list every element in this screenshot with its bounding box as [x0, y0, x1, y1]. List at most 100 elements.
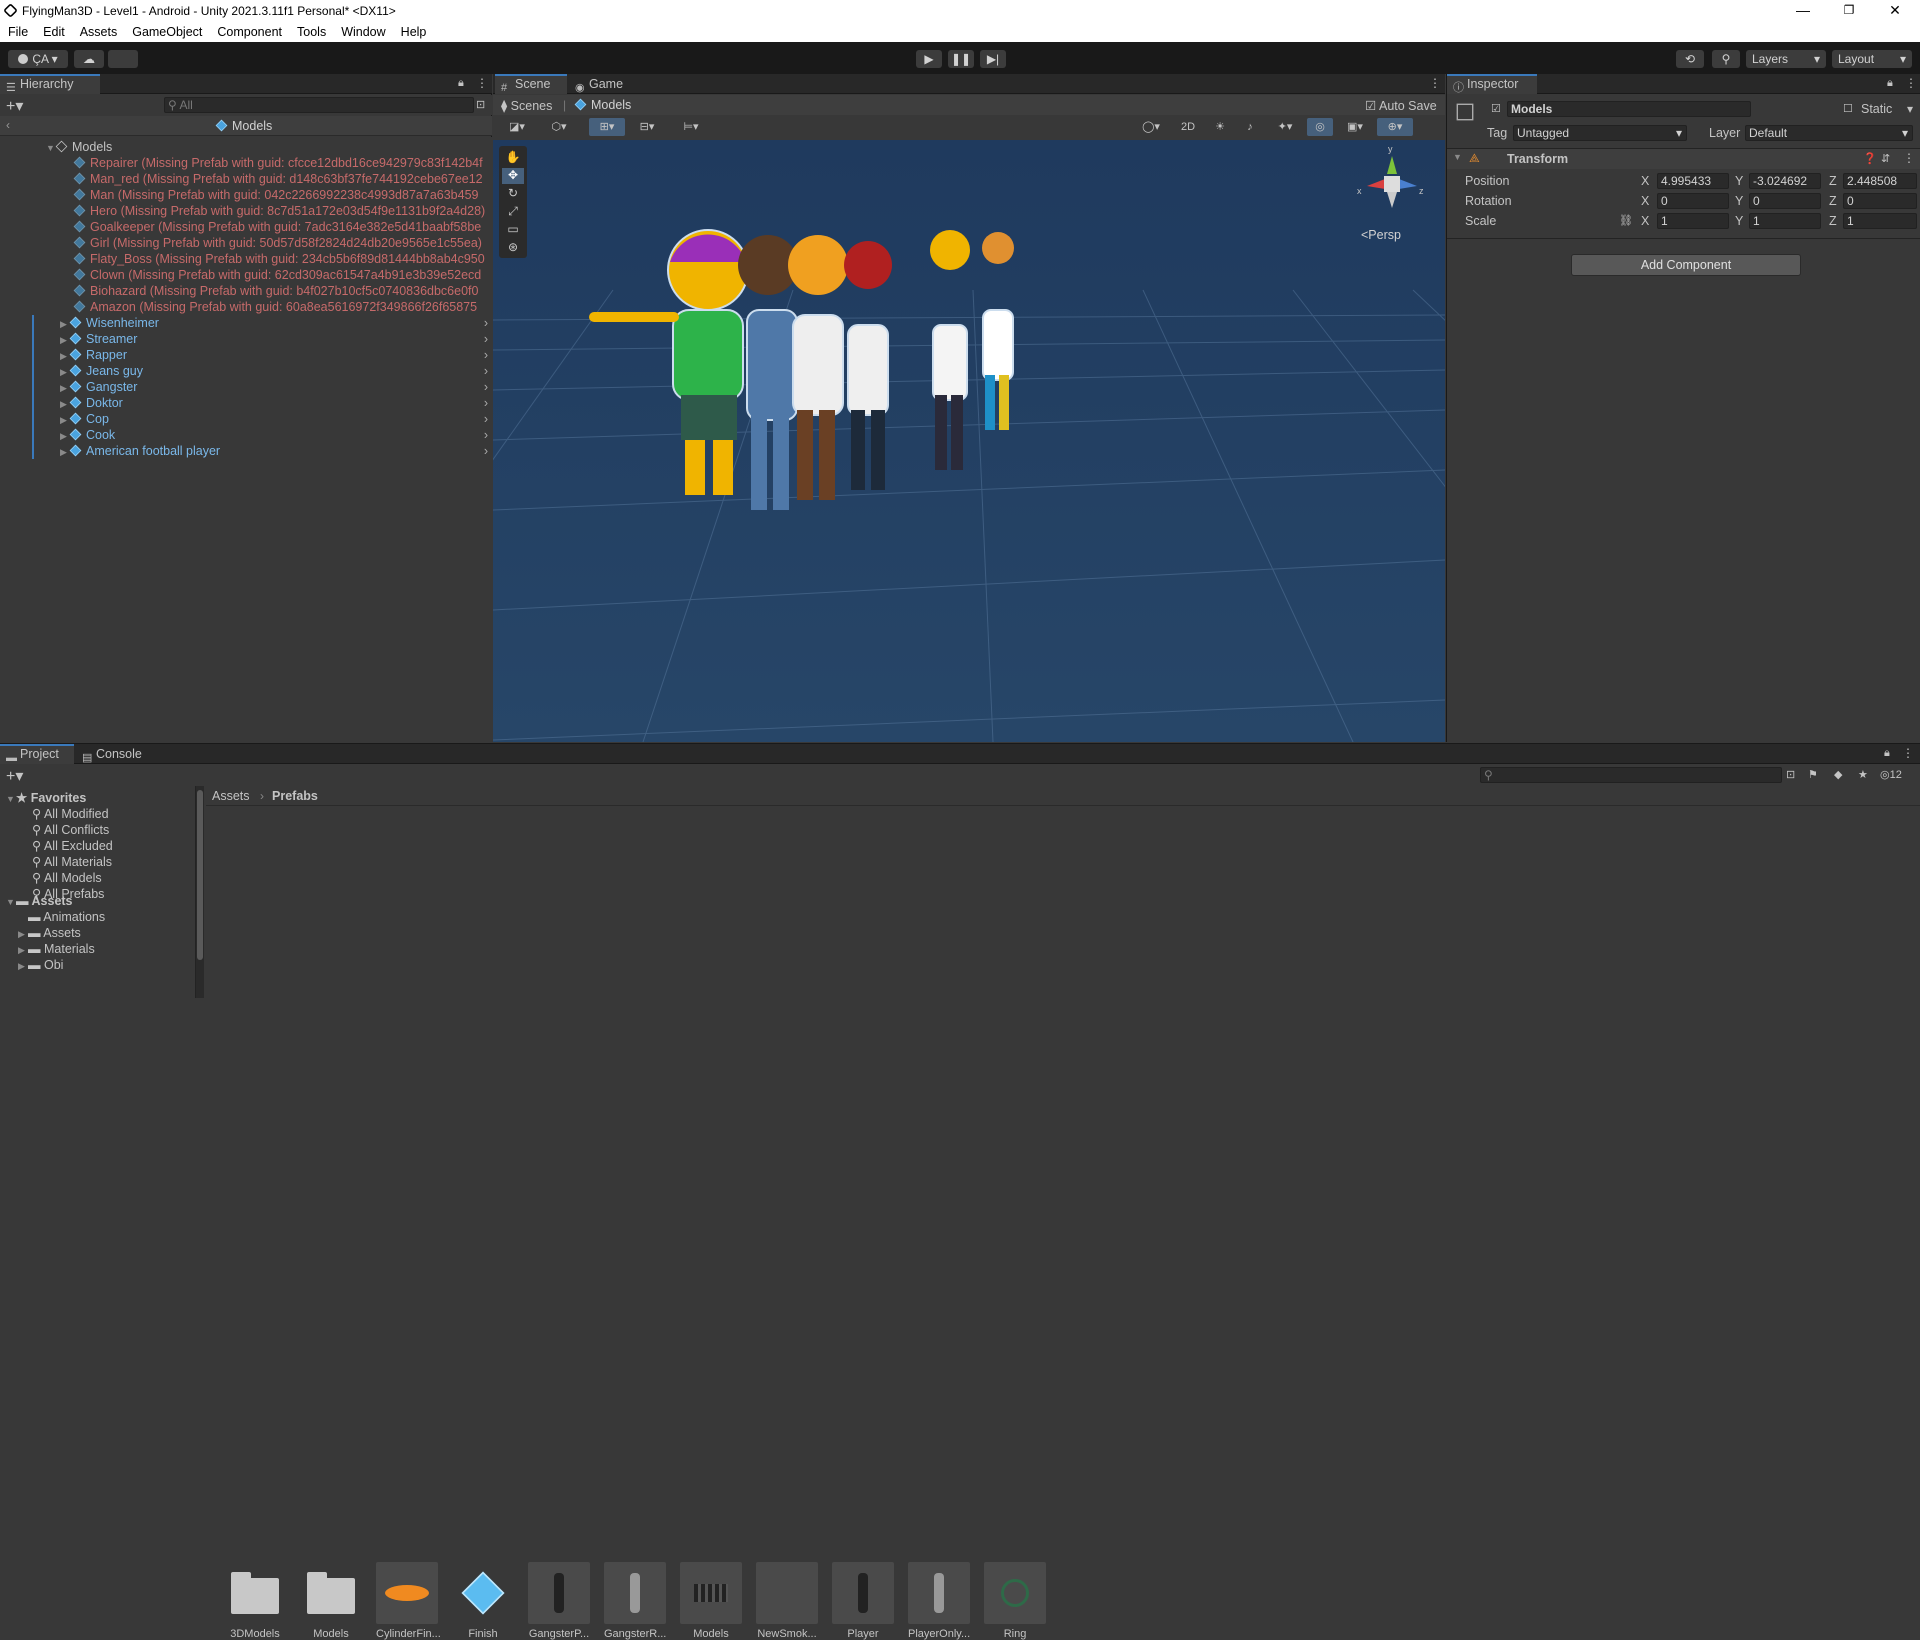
- hierarchy-prefab-item[interactable]: ▶ Wisenheimer ›: [0, 315, 492, 331]
- tab-game[interactable]: ◉ Game: [569, 74, 641, 94]
- tab-console[interactable]: ▤ Console: [76, 744, 156, 764]
- object-name-field[interactable]: Models: [1507, 101, 1751, 117]
- kebab-menu-icon[interactable]: ⋮: [476, 76, 488, 90]
- asset-item[interactable]: NewSmok...: [756, 1562, 818, 1640]
- breadcrumb-models[interactable]: Models: [574, 98, 631, 112]
- position-z-field[interactable]: 2.448508: [1843, 173, 1917, 189]
- asset-item[interactable]: Models: [680, 1562, 742, 1640]
- mode-2d-button[interactable]: 2D: [1173, 118, 1203, 136]
- menu-window[interactable]: Window: [333, 22, 392, 39]
- position-y-field[interactable]: -3.024692: [1749, 173, 1821, 189]
- lock-icon[interactable]: 🔒︎: [1887, 77, 1893, 90]
- scale-x-field[interactable]: 1: [1657, 213, 1729, 229]
- kebab-menu-icon[interactable]: ⋮: [1902, 746, 1914, 760]
- rotation-x-field[interactable]: 0: [1657, 193, 1729, 209]
- assets-folder-item[interactable]: ▶ ▬ Materials: [18, 942, 95, 956]
- hierarchy-prefab-item[interactable]: ▶ American football player ›: [0, 443, 492, 459]
- pause-button[interactable]: ❚❚: [948, 50, 974, 68]
- tree-scrollbar[interactable]: [196, 786, 204, 998]
- back-icon[interactable]: ‹: [6, 118, 10, 132]
- kebab-menu-icon[interactable]: ⋮: [1903, 151, 1915, 165]
- favorite-item[interactable]: ⚲ All Excluded: [32, 838, 113, 853]
- star-icon[interactable]: ★: [1858, 768, 1868, 781]
- layer-dropdown[interactable]: Default ▾: [1745, 125, 1913, 141]
- ruler-button[interactable]: ⊨▾: [673, 118, 709, 136]
- auto-save-toggle[interactable]: ☑ Auto Save: [1365, 98, 1437, 113]
- asset-item[interactable]: PlayerOnly...: [908, 1562, 970, 1640]
- tab-inspector[interactable]: ⓘ Inspector: [1447, 74, 1537, 94]
- transform-header[interactable]: ▼ ⟁ Transform ❓ ⇵ ⋮: [1447, 149, 1920, 169]
- transform-tool-icon[interactable]: ⊛: [502, 240, 524, 256]
- favorite-item[interactable]: ⚲ All Modified: [32, 806, 109, 821]
- scene-viewport[interactable]: ✋ ✥ ↻ ⤢ ▭ ⊛ x y z <Persp: [493, 140, 1445, 742]
- hierarchy-missing-prefab-item[interactable]: Goalkeeper (Missing Prefab with guid: 7a…: [0, 219, 492, 235]
- rotate-tool-icon[interactable]: ↻: [502, 186, 524, 202]
- scene-visibility-icon[interactable]: ⊡: [476, 98, 485, 111]
- lock-icon[interactable]: 🔒︎: [458, 77, 464, 90]
- search-by-label-icon[interactable]: ⚑: [1808, 768, 1818, 781]
- scale-z-field[interactable]: 1: [1843, 213, 1917, 229]
- static-checkbox[interactable]: ☐: [1843, 102, 1853, 115]
- tab-project[interactable]: ▬ Project: [0, 744, 74, 764]
- effects-button[interactable]: ✦▾: [1267, 118, 1303, 136]
- play-button[interactable]: ▶: [916, 50, 942, 68]
- presets-icon[interactable]: ⇵: [1881, 152, 1890, 165]
- project-search-input[interactable]: ⚲: [1480, 767, 1782, 783]
- hierarchy-prefab-item[interactable]: ▶ Rapper ›: [0, 347, 492, 363]
- rotation-z-field[interactable]: 0: [1843, 193, 1917, 209]
- favorite-item[interactable]: ⚲ All Models: [32, 870, 102, 885]
- hierarchy-missing-prefab-item[interactable]: Repairer (Missing Prefab with guid: cfcc…: [0, 155, 492, 171]
- asset-item[interactable]: 3DModels: [224, 1562, 286, 1640]
- hierarchy-missing-prefab-item[interactable]: Man_red (Missing Prefab with guid: d148c…: [0, 171, 492, 187]
- hand-tool-icon[interactable]: ✋: [502, 150, 524, 166]
- tab-scene[interactable]: # Scene: [495, 74, 567, 94]
- draw-mode-button[interactable]: ◪▾: [499, 118, 535, 136]
- menu-tools[interactable]: Tools: [289, 22, 333, 39]
- tag-icon[interactable]: ◆: [1834, 768, 1842, 781]
- breadcrumb-assets[interactable]: Assets: [212, 789, 250, 803]
- shading-sphere-button[interactable]: ◯▾: [1133, 118, 1169, 136]
- tree-root-models[interactable]: ▼ Models: [0, 139, 492, 155]
- chevron-down-icon[interactable]: ▾: [1907, 102, 1913, 116]
- tab-hierarchy[interactable]: ☰ Hierarchy: [0, 74, 100, 94]
- breadcrumb-prefabs[interactable]: Prefabs: [272, 789, 318, 803]
- lock-icon[interactable]: 🔒︎: [1884, 747, 1890, 760]
- hierarchy-missing-prefab-item[interactable]: Flaty_Boss (Missing Prefab with guid: 23…: [0, 251, 492, 267]
- position-x-field[interactable]: 4.995433: [1657, 173, 1729, 189]
- cloud-button[interactable]: ☁: [74, 50, 104, 68]
- collab-button[interactable]: [108, 50, 138, 68]
- tag-dropdown[interactable]: Untagged ▾: [1513, 125, 1687, 141]
- hierarchy-missing-prefab-item[interactable]: Clown (Missing Prefab with guid: 62cd309…: [0, 267, 492, 283]
- menu-gameobject[interactable]: GameObject: [124, 22, 209, 39]
- help-icon[interactable]: ❓: [1863, 152, 1877, 165]
- hierarchy-missing-prefab-item[interactable]: Biohazard (Missing Prefab with guid: b4f…: [0, 283, 492, 299]
- increment-snap-button[interactable]: ⊟▾: [629, 118, 665, 136]
- audio-button[interactable]: ♪: [1237, 118, 1263, 136]
- scale-y-field[interactable]: 1: [1749, 213, 1821, 229]
- asset-item[interactable]: Models: [300, 1562, 362, 1640]
- menu-file[interactable]: File: [0, 22, 35, 39]
- hierarchy-missing-prefab-item[interactable]: Girl (Missing Prefab with guid: 50d57d58…: [0, 235, 492, 251]
- camera-button[interactable]: ▣▾: [1337, 118, 1373, 136]
- kebab-menu-icon[interactable]: ⋮: [1429, 76, 1441, 90]
- add-icon[interactable]: +▾: [6, 96, 23, 116]
- step-button[interactable]: ▶|: [980, 50, 1006, 68]
- assets-header[interactable]: ▼▬ Assets: [6, 894, 73, 908]
- asset-item[interactable]: Ring: [984, 1562, 1046, 1640]
- gizmos-button[interactable]: ⊕▾: [1377, 118, 1413, 136]
- asset-item[interactable]: Player: [832, 1562, 894, 1640]
- menu-assets[interactable]: Assets: [72, 22, 125, 39]
- render-mode-button[interactable]: ⬡▾: [541, 118, 577, 136]
- favorite-item[interactable]: ⚲ All Conflicts: [32, 822, 109, 837]
- search-button[interactable]: ⚲: [1712, 50, 1740, 68]
- layers-dropdown[interactable]: Layers ▾: [1746, 50, 1826, 68]
- account-button[interactable]: ÇA ▾: [8, 50, 68, 68]
- rotation-y-field[interactable]: 0: [1749, 193, 1821, 209]
- asset-item[interactable]: CylinderFin...: [376, 1562, 441, 1640]
- asset-item[interactable]: GangsterP...: [528, 1562, 590, 1640]
- kebab-menu-icon[interactable]: ⋮: [1905, 76, 1917, 90]
- rect-tool-icon[interactable]: ▭: [502, 222, 524, 238]
- favorite-item[interactable]: ⚲ All Materials: [32, 854, 112, 869]
- undo-history-button[interactable]: ⟲: [1676, 50, 1704, 68]
- grid-snap-button[interactable]: ⊞▾: [589, 118, 625, 136]
